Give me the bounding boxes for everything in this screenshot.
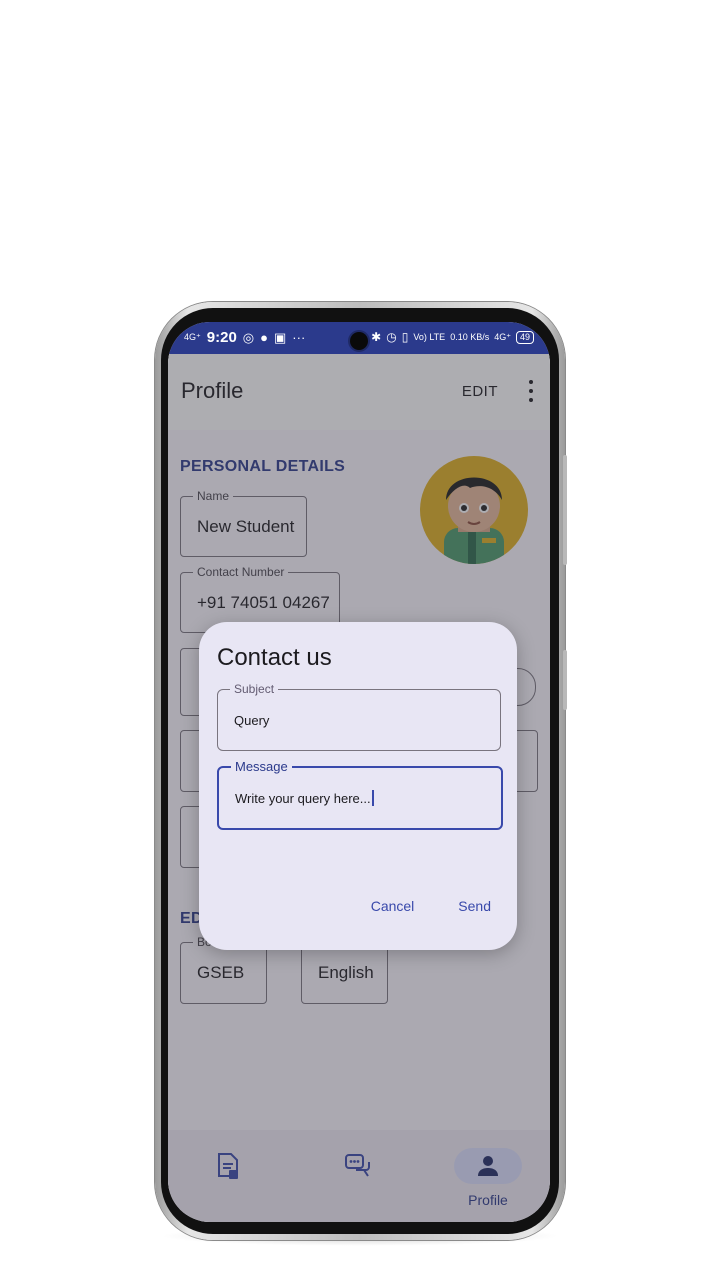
dialog-actions: Cancel Send (371, 898, 491, 914)
front-camera (350, 332, 368, 350)
message-input[interactable]: Write your query here... (235, 768, 374, 828)
cancel-button[interactable]: Cancel (371, 898, 415, 914)
power-button (563, 650, 567, 710)
contact-us-dialog: Contact us Subject Query Message Write y… (199, 622, 517, 950)
vibrate-icon: ▯ (401, 330, 409, 344)
status-bar: 4G⁺ 9:20 ◎ ● ▣ ··· ✱ ◷ ▯ Vo) LTE 0.10 KB… (168, 322, 550, 354)
notification-icon: ● (260, 330, 268, 345)
subject-value: Query (234, 712, 270, 728)
dialog-title: Contact us (217, 644, 332, 671)
whatsapp-icon: ◎ (242, 329, 255, 345)
text-cursor (371, 790, 374, 806)
status-time: 9:20 (206, 329, 237, 346)
bluetooth-icon: ✱ (371, 330, 382, 344)
message-field[interactable]: Message Write your query here... (217, 759, 503, 830)
network-speed: 0.10 KB/s (450, 332, 490, 342)
battery-icon: 49 (515, 330, 534, 344)
alarm-icon: ◷ (386, 330, 397, 344)
signal-icon: 4G⁺ (184, 332, 201, 342)
message-value: Write your query here... (235, 790, 371, 806)
volume-button (563, 455, 567, 565)
more-notifications-icon: ··· (292, 330, 306, 345)
subject-field[interactable]: Subject Query (217, 682, 501, 751)
send-button[interactable]: Send (458, 898, 491, 914)
volte-indicator: Vo) LTE (413, 332, 446, 342)
network-type: 4G⁺ (494, 331, 511, 342)
mail-icon: ▣ (274, 329, 287, 345)
